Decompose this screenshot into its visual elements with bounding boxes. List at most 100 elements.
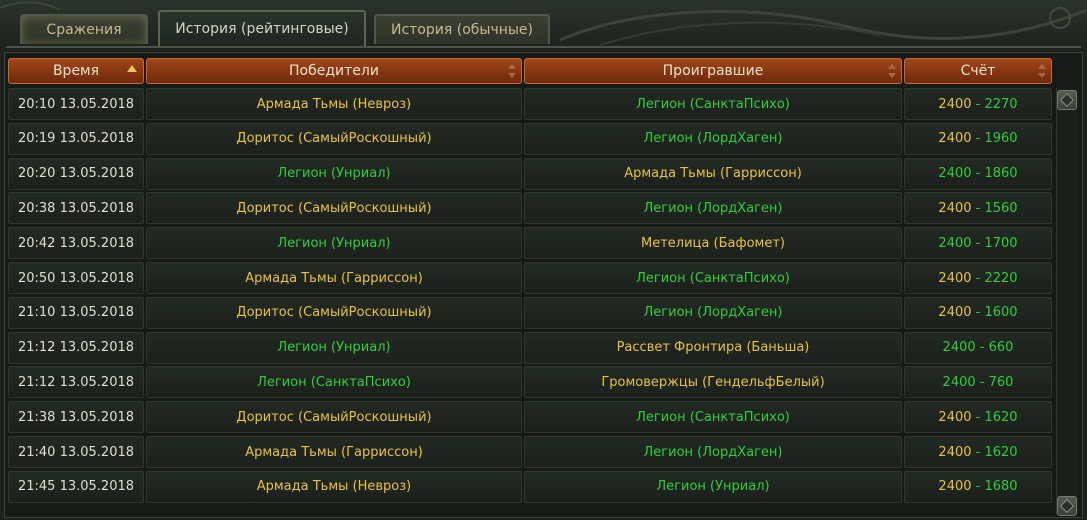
row-score: 2400 - 760 bbox=[904, 366, 1052, 399]
score-loser-points: 1700 bbox=[984, 235, 1018, 251]
row-winner: Легион (Унриал) bbox=[146, 157, 522, 190]
row-loser: Легион (СанктаПсихо) bbox=[524, 262, 902, 294]
score-separator: - bbox=[971, 166, 985, 182]
sort-toggle-icon bbox=[888, 64, 896, 78]
table-row[interactable]: 20:38 13.05.2018 Доритос (СамыйРоскошный)… bbox=[8, 192, 1052, 225]
score-winner-points: 2400 bbox=[938, 235, 972, 251]
score-separator: - bbox=[971, 235, 985, 251]
score-loser-points: 1960 bbox=[984, 131, 1018, 147]
tab-divider bbox=[6, 46, 1081, 48]
row-score: 2400 - 1620 bbox=[904, 401, 1052, 434]
row-loser: Легион (ЛордХаген) bbox=[524, 296, 902, 329]
row-score: 2400 - 1680 bbox=[904, 470, 1052, 503]
column-header-score-label: Счёт bbox=[960, 63, 996, 79]
column-header-winners-label: Победители bbox=[289, 63, 379, 79]
column-header-losers[interactable]: Проигравшие bbox=[524, 58, 902, 84]
row-score: 2400 - 1600 bbox=[904, 296, 1052, 329]
row-time: 20:42 13.05.2018 bbox=[8, 227, 144, 260]
score-winner-points: 2400 bbox=[938, 444, 972, 460]
tab-battles[interactable]: Сражения bbox=[20, 14, 148, 44]
score-loser-points: 1680 bbox=[984, 479, 1018, 495]
score-separator: - bbox=[971, 131, 985, 147]
row-loser: Легион (СанктаПсихо) bbox=[524, 401, 902, 434]
row-loser: Рассвет Фронтира (Баньша) bbox=[524, 331, 902, 364]
scroll-down-button[interactable] bbox=[1057, 496, 1077, 516]
row-time: 20:20 13.05.2018 bbox=[8, 157, 144, 190]
scroll-up-button[interactable] bbox=[1057, 90, 1077, 110]
scroll-up-icon bbox=[1059, 92, 1075, 108]
row-score: 2400 - 2270 bbox=[904, 88, 1052, 120]
row-time: 20:10 13.05.2018 bbox=[8, 88, 144, 120]
score-loser-points: 1600 bbox=[984, 305, 1018, 321]
score-separator: - bbox=[971, 96, 985, 112]
score-winner-points: 2400 bbox=[938, 479, 972, 495]
row-loser: Громовержцы (ГендельфБелый) bbox=[524, 366, 902, 399]
table-row[interactable]: 21:10 13.05.2018 Доритос (СамыйРоскошный)… bbox=[8, 296, 1052, 329]
row-loser: Армада Тьмы (Гарриссон) bbox=[524, 157, 902, 190]
row-loser: Легион (ЛордХаген) bbox=[524, 122, 902, 155]
score-winner-points: 2400 bbox=[938, 166, 972, 182]
table-row[interactable]: 21:12 13.05.2018 Легион (Унриал) Рассвет Ф… bbox=[8, 331, 1052, 364]
score-separator: - bbox=[975, 374, 989, 390]
table-row[interactable]: 20:19 13.05.2018 Доритос (СамыйРоскошный)… bbox=[8, 122, 1052, 155]
tab-history-normal[interactable]: История (обычные) bbox=[374, 14, 550, 44]
score-loser-points: 760 bbox=[988, 374, 1014, 390]
column-header-winners[interactable]: Победители bbox=[146, 58, 522, 84]
row-loser: Легион (Унриал) bbox=[524, 470, 902, 503]
row-time: 21:40 13.05.2018 bbox=[8, 436, 144, 468]
row-winner: Армада Тьмы (Невроз) bbox=[146, 88, 522, 120]
score-separator: - bbox=[975, 340, 989, 356]
table-row[interactable]: 21:40 13.05.2018 Армада Тьмы (Гарриссон) Л… bbox=[8, 436, 1052, 468]
column-header-score[interactable]: Счёт bbox=[904, 58, 1052, 84]
row-time: 20:38 13.05.2018 bbox=[8, 192, 144, 225]
column-header-losers-label: Проигравшие bbox=[662, 63, 764, 79]
score-separator: - bbox=[971, 409, 985, 425]
score-winner-points: 2400 bbox=[942, 340, 976, 356]
row-time: 21:10 13.05.2018 bbox=[8, 296, 144, 329]
row-winner: Доритос (СамыйРоскошный) bbox=[146, 122, 522, 155]
scrollbar-track[interactable] bbox=[1056, 88, 1079, 514]
row-score: 2400 - 1560 bbox=[904, 192, 1052, 225]
score-winner-points: 2400 bbox=[942, 374, 976, 390]
table-row[interactable]: 21:12 13.05.2018 Легион (СанктаПсихо) Гром… bbox=[8, 366, 1052, 399]
score-winner-points: 2400 bbox=[938, 131, 972, 147]
sort-toggle-icon bbox=[1038, 64, 1046, 78]
row-winner: Армада Тьмы (Невроз) bbox=[146, 470, 522, 503]
row-score: 2400 - 660 bbox=[904, 331, 1052, 364]
table-row[interactable]: 20:50 13.05.2018 Армада Тьмы (Гарриссон) Л… bbox=[8, 262, 1052, 294]
row-loser: Легион (ЛордХаген) bbox=[524, 192, 902, 225]
row-loser: Метелица (Бафомет) bbox=[524, 227, 902, 260]
score-separator: - bbox=[971, 444, 985, 460]
row-time: 21:12 13.05.2018 bbox=[8, 366, 144, 399]
row-score: 2400 - 1960 bbox=[904, 122, 1052, 155]
row-score: 2400 - 1700 bbox=[904, 227, 1052, 260]
score-winner-points: 2400 bbox=[938, 270, 972, 286]
column-header-time-label: Время bbox=[52, 63, 100, 79]
score-loser-points: 1620 bbox=[984, 409, 1018, 425]
table-row[interactable]: 21:38 13.05.2018 Доритос (СамыйРоскошный)… bbox=[8, 401, 1052, 434]
score-separator: - bbox=[971, 305, 985, 321]
table-row[interactable]: 20:20 13.05.2018 Легион (Унриал) Армада Ть… bbox=[8, 157, 1052, 190]
score-loser-points: 1560 bbox=[984, 200, 1018, 216]
table-row[interactable]: 21:45 13.05.2018 Армада Тьмы (Невроз) Леги… bbox=[8, 470, 1052, 503]
score-separator: - bbox=[971, 479, 985, 495]
tab-history-rated[interactable]: История (рейтинговые) bbox=[158, 10, 366, 46]
table-row[interactable]: 20:42 13.05.2018 Легион (Унриал) Метелица … bbox=[8, 227, 1052, 260]
row-loser: Легион (ЛордХаген) bbox=[524, 436, 902, 468]
row-time: 21:45 13.05.2018 bbox=[8, 470, 144, 503]
sort-ascending-icon bbox=[127, 65, 137, 72]
score-winner-points: 2400 bbox=[938, 200, 972, 216]
score-loser-points: 2220 bbox=[984, 270, 1018, 286]
score-winner-points: 2400 bbox=[938, 409, 972, 425]
table-row[interactable]: 20:10 13.05.2018 Армада Тьмы (Невроз) Леги… bbox=[8, 88, 1052, 120]
score-separator: - bbox=[971, 200, 985, 216]
score-loser-points: 1620 bbox=[984, 444, 1018, 460]
column-header-time[interactable]: Время bbox=[8, 58, 144, 84]
row-winner: Легион (Унриал) bbox=[146, 227, 522, 260]
score-winner-points: 2400 bbox=[938, 305, 972, 321]
row-time: 21:38 13.05.2018 bbox=[8, 401, 144, 434]
score-separator: - bbox=[971, 270, 985, 286]
row-winner: Армада Тьмы (Гарриссон) bbox=[146, 262, 522, 294]
row-time: 21:12 13.05.2018 bbox=[8, 331, 144, 364]
row-winner: Доритос (СамыйРоскошный) bbox=[146, 192, 522, 225]
